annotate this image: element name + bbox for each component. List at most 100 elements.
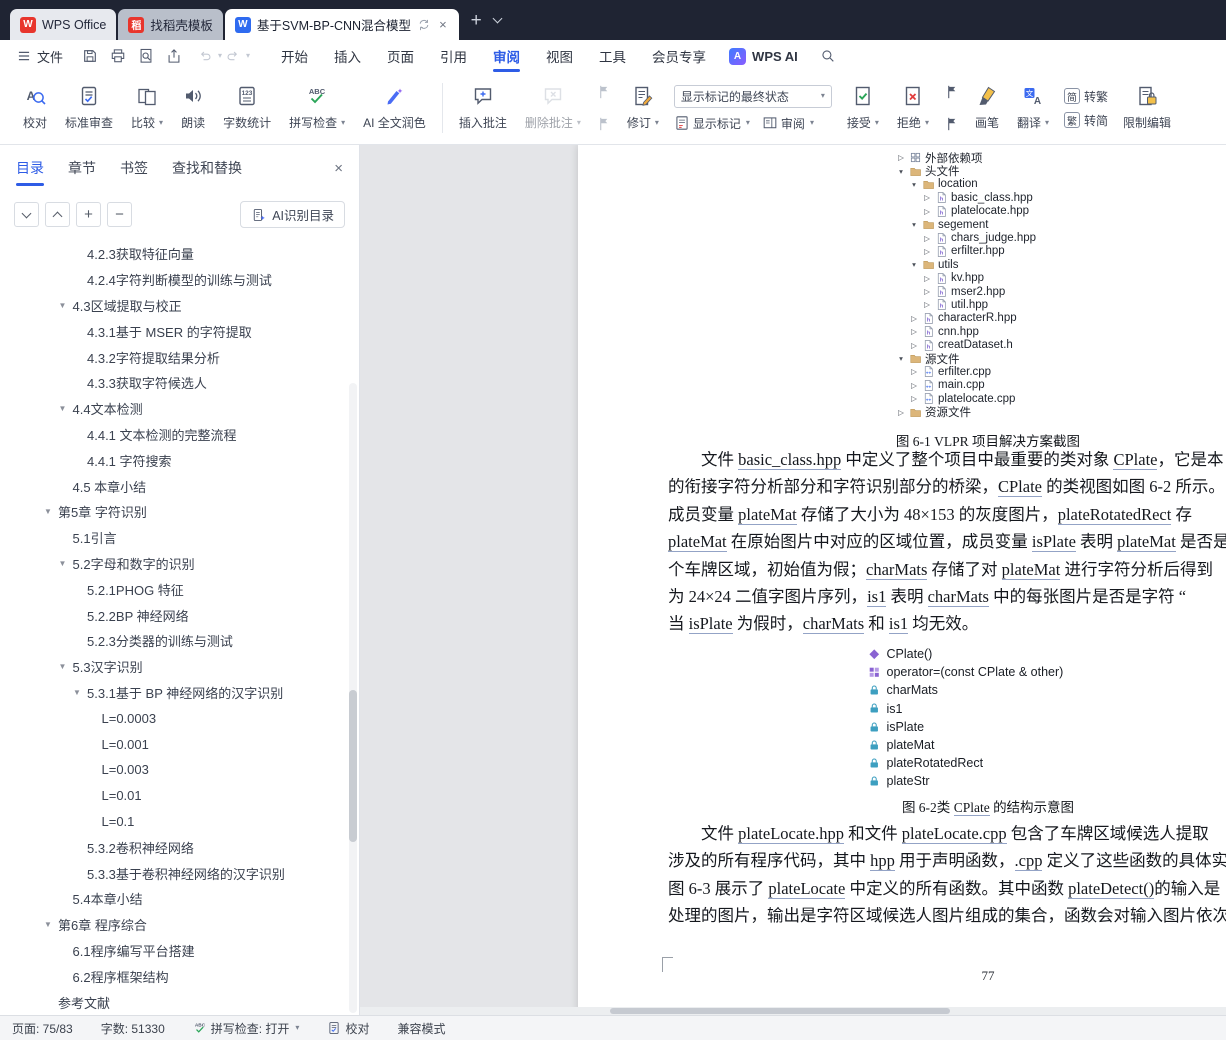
- expand-all-button[interactable]: [45, 202, 70, 227]
- toc-item[interactable]: 4.2.4字符判断模型的训练与测试: [0, 267, 359, 293]
- toc-item[interactable]: ▼ 第5章 字符识别: [0, 499, 359, 525]
- toc-item[interactable]: 6.2程序框架结构: [0, 963, 359, 989]
- toc-item[interactable]: 4.4.1 文本检测的完整流程: [0, 422, 359, 448]
- toc-item[interactable]: 4.3.2字符提取结果分析: [0, 344, 359, 370]
- menu-tab[interactable]: 视图: [544, 40, 575, 72]
- horizontal-scrollbar-thumb[interactable]: [610, 1008, 950, 1014]
- ribbon-button[interactable]: 比较 ▾: [124, 80, 170, 136]
- document-area[interactable]: ▷ 外部依赖项 ▾ 头文件 ▾ location ▷ h basic_class.hpp ▷ h pl…: [360, 145, 1226, 1015]
- toc-item[interactable]: L=0.003: [0, 757, 359, 783]
- figure-class-diagram[interactable]: CPlate() operator=(const CPlate & other) c…: [868, 645, 1063, 791]
- menu-tab[interactable]: 工具: [597, 40, 628, 72]
- toc-item[interactable]: 5.3.2卷积神经网络: [0, 834, 359, 860]
- toc-item[interactable]: 5.1引言: [0, 525, 359, 551]
- sidebar-scrollbar-thumb[interactable]: [349, 690, 357, 842]
- zoom-out-button[interactable]: −: [107, 202, 132, 227]
- ribbon-button[interactable]: 接受 ▾: [840, 80, 886, 136]
- document-tab[interactable]: 稻找稻壳模板: [118, 9, 223, 40]
- ribbon-button[interactable]: 文 A 翻译 ▾: [1010, 80, 1056, 136]
- toc-item[interactable]: ▼ 4.3区域提取与校正: [0, 293, 359, 319]
- zoom-in-button[interactable]: +: [76, 202, 101, 227]
- ribbon-button[interactable]: 123 字数统计: [216, 80, 278, 136]
- menu-tab[interactable]: 页面: [385, 40, 416, 72]
- ribbon-button[interactable]: 简转繁: [1064, 88, 1108, 105]
- toc-item[interactable]: 5.4本章小结: [0, 886, 359, 912]
- ribbon-button[interactable]: AI 全文润色: [356, 80, 433, 136]
- expand-triangle-icon[interactable]: ▼: [59, 404, 73, 413]
- print-preview-button[interactable]: [137, 47, 155, 65]
- expand-triangle-icon[interactable]: ▼: [59, 301, 73, 310]
- ribbon-button[interactable]: 修订 ▾: [620, 80, 666, 136]
- menu-tab[interactable]: 会员专享: [650, 40, 708, 72]
- menu-tab[interactable]: 开始: [279, 40, 310, 72]
- ribbon-button[interactable]: 限制编辑: [1116, 80, 1178, 136]
- sidebar-tab[interactable]: 书签: [120, 145, 148, 191]
- toc-item[interactable]: ▼ 第6章 程序综合: [0, 912, 359, 938]
- markup-state-select[interactable]: 显示标记的最终状态 ▾: [673, 84, 832, 108]
- toc-item[interactable]: 5.3.3基于卷积神经网络的汉字识别: [0, 860, 359, 886]
- toc-item[interactable]: L=0.1: [0, 809, 359, 835]
- toc-item[interactable]: 6.1程序编写平台搭建: [0, 938, 359, 964]
- expand-triangle-icon[interactable]: ▼: [73, 688, 87, 697]
- save-button[interactable]: [81, 47, 99, 65]
- tab-list-chevron-icon[interactable]: [492, 13, 503, 24]
- document-page[interactable]: ▷ 外部依赖项 ▾ 头文件 ▾ location ▷ h basic_class.hpp ▷ h pl…: [578, 145, 1226, 1015]
- toc-item[interactable]: L=0.001: [0, 731, 359, 757]
- ribbon-button[interactable]: 朗读: [174, 80, 212, 136]
- tab-close-icon[interactable]: ×: [437, 17, 449, 32]
- toc-item[interactable]: L=0.01: [0, 783, 359, 809]
- ribbon-button[interactable]: 繁转简: [1064, 112, 1108, 129]
- prev-revision-button[interactable]: [942, 82, 962, 102]
- toc-item[interactable]: L=0.0003: [0, 705, 359, 731]
- next-revision-button[interactable]: [942, 114, 962, 134]
- sidebar-tab[interactable]: 章节: [68, 145, 96, 191]
- ribbon-button[interactable]: 插入批注: [452, 80, 514, 136]
- expand-triangle-icon[interactable]: ▼: [59, 559, 73, 568]
- toc-item[interactable]: ▼ 5.3汉字识别: [0, 654, 359, 680]
- toc-item[interactable]: 4.4.1 字符搜索: [0, 447, 359, 473]
- ribbon-button[interactable]: ABC 拼写检查 ▾: [282, 80, 352, 136]
- menu-tab[interactable]: 审阅: [491, 40, 522, 72]
- expand-triangle-icon[interactable]: ▼: [44, 920, 58, 929]
- sidebar-tab[interactable]: 目录: [16, 145, 44, 191]
- wps-ai-button[interactable]: A WPS AI: [729, 47, 798, 65]
- ribbon-button[interactable]: A 校对: [16, 80, 54, 136]
- export-button[interactable]: [165, 47, 183, 65]
- toc-item[interactable]: 4.3.1基于 MSER 的字符提取: [0, 318, 359, 344]
- ai-toc-button[interactable]: AI识别目录: [240, 201, 345, 228]
- sidebar-close-icon[interactable]: ×: [334, 160, 343, 177]
- proofread-status[interactable]: 校对: [327, 1020, 369, 1037]
- toc-item[interactable]: 5.2.3分类器的训练与测试: [0, 628, 359, 654]
- figure-solution-tree[interactable]: ▷ 外部依赖项 ▾ 头文件 ▾ location ▷ h basic_class.hpp ▷ h pl…: [896, 151, 1036, 419]
- toc-item[interactable]: 4.5 本章小结: [0, 473, 359, 499]
- file-menu-button[interactable]: 文件: [12, 47, 67, 66]
- menu-tab[interactable]: 插入: [332, 40, 363, 72]
- new-tab-button[interactable]: +: [471, 11, 482, 30]
- print-button[interactable]: [109, 47, 127, 65]
- toc-item[interactable]: 参考文献: [0, 989, 359, 1015]
- ribbon-button[interactable]: 显示标记 ▾: [674, 115, 750, 132]
- document-tab[interactable]: W 基于SVM-BP-CNN混合模型 ×: [224, 9, 459, 40]
- spell-check-toggle[interactable]: ABC 拼写检查: 打开 ▾: [193, 1020, 300, 1037]
- toc-item[interactable]: ▼ 5.3.1基于 BP 神经网络的汉字识别: [0, 680, 359, 706]
- document-tab[interactable]: W WPS Office: [10, 9, 117, 40]
- ribbon-button[interactable]: 拒绝 ▾: [890, 80, 936, 136]
- ribbon-button[interactable]: 审阅 ▾: [762, 115, 814, 132]
- ribbon-button[interactable]: 画笔: [968, 80, 1006, 136]
- horizontal-scrollbar[interactable]: [360, 1007, 1226, 1015]
- sidebar-tab[interactable]: 查找和替换: [172, 145, 242, 191]
- menu-tab[interactable]: 引用: [438, 40, 469, 72]
- collapse-all-button[interactable]: [14, 202, 39, 227]
- toc-item[interactable]: ▼ 5.2字母和数字的识别: [0, 551, 359, 577]
- ribbon-button[interactable]: 标准审查: [58, 80, 120, 136]
- toc-item[interactable]: 5.2.1PHOG 特征: [0, 576, 359, 602]
- toc-item[interactable]: 4.2.3获取特征向量: [0, 241, 359, 267]
- page-indicator[interactable]: 页面: 75/83: [12, 1020, 73, 1037]
- expand-triangle-icon[interactable]: ▼: [59, 662, 73, 671]
- expand-triangle-icon[interactable]: ▼: [44, 507, 58, 516]
- toc-item[interactable]: 5.2.2BP 神经网络: [0, 602, 359, 628]
- toc-item[interactable]: ▼ 4.4文本检测: [0, 396, 359, 422]
- compat-mode[interactable]: 兼容模式: [397, 1020, 445, 1037]
- word-count[interactable]: 字数: 51330: [101, 1020, 165, 1037]
- toc-item[interactable]: 4.3.3获取字符候选人: [0, 370, 359, 396]
